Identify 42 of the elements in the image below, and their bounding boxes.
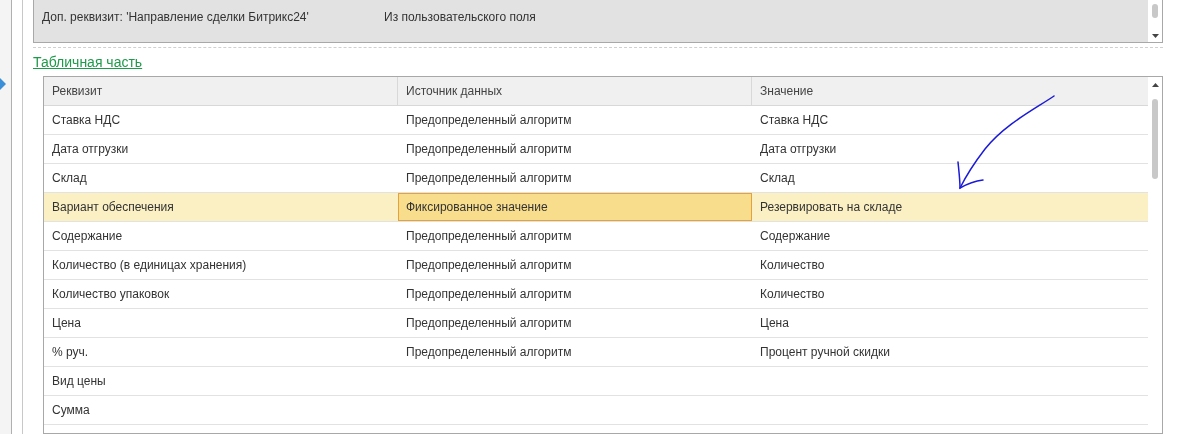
- table-cell-text: Склад: [52, 170, 87, 187]
- table-cell-text: Ставка НДС: [52, 112, 121, 129]
- table-cell-text: Предопределенный алгоритм: [406, 344, 572, 361]
- table-cell-text: Количество (в единицах хранения): [52, 257, 247, 274]
- table-cell-text: % руч.: [52, 344, 89, 361]
- expand-arrow-icon[interactable]: [0, 78, 6, 90]
- table-cell-text: Содержание: [760, 228, 831, 245]
- column-header[interactable]: Значение: [752, 77, 1148, 105]
- table-cell-text: Резервировать на складе: [760, 199, 903, 216]
- scroll-up-icon[interactable]: [1151, 83, 1159, 87]
- table-cell-text: Количество: [760, 257, 825, 274]
- table-cell-text: Дата отгрузки: [760, 141, 837, 158]
- table-cell-text: Цена: [760, 315, 789, 332]
- table-cell-text: Сумма: [52, 402, 90, 419]
- table-cell-text: Предопределенный алгоритм: [406, 257, 572, 274]
- table-cell-text: Дата отгрузки: [52, 141, 129, 158]
- table-cell-text: Количество: [760, 286, 825, 303]
- table-cell-text: Предопределенный алгоритм: [406, 170, 572, 187]
- table-cell-text: Предопределенный алгоритм: [406, 315, 572, 332]
- table-cell-text: Вид цены: [52, 373, 106, 390]
- table-cell-text: Содержание: [52, 228, 123, 245]
- table-cell-text: Фиксированное значение: [406, 199, 548, 216]
- scroll-down-icon[interactable]: [1151, 34, 1159, 38]
- table-cell-text: Склад: [760, 170, 795, 187]
- table-cell-text: Цена: [52, 315, 81, 332]
- table-cell-text: Доп. реквизит: 'Направление сделки Битрикс24': [41, 8, 310, 26]
- scroll-thumb[interactable]: [1152, 4, 1158, 18]
- table-cell-text: Из пользовательского поля: [383, 8, 536, 26]
- table-cell-text: Предопределенный алгоритм: [406, 112, 572, 129]
- table-cell-text: Количество упаковок: [52, 286, 170, 303]
- table-cell-text: Предопределенный алгоритм: [406, 228, 572, 245]
- table-cell-text: Предопределенный алгоритм: [406, 141, 572, 158]
- table-cell-text: Ставка НДС: [760, 112, 829, 129]
- section-link[interactable]: Табличная часть: [33, 51, 143, 73]
- column-header[interactable]: Источник данных: [398, 77, 752, 105]
- table-cell-text: Процент ручной скидки: [760, 344, 890, 361]
- scrollbar[interactable]: [1148, 0, 1162, 42]
- scroll-thumb[interactable]: [1152, 99, 1158, 179]
- column-header[interactable]: Реквизит: [44, 77, 398, 105]
- table-row[interactable]: Вариант обеспечения Фиксированное значение Резервировать на складе: [44, 193, 1148, 222]
- table-cell-text: Вариант обеспечения: [52, 199, 174, 216]
- table-cell-text: Предопределенный алгоритм: [406, 286, 572, 303]
